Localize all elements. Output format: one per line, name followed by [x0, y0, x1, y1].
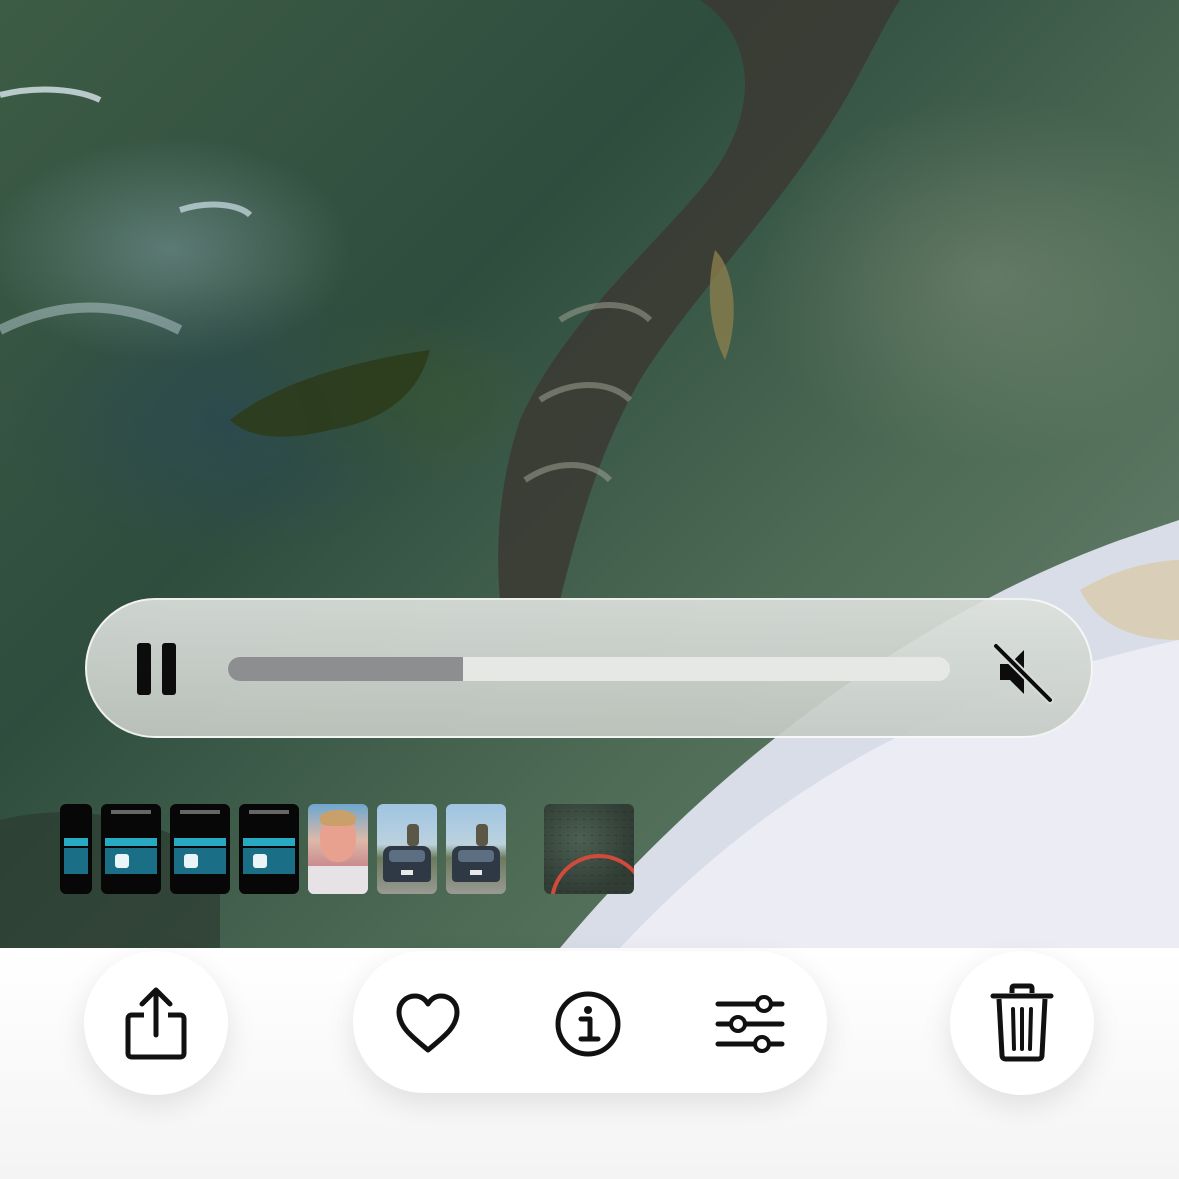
thumbnail[interactable] — [170, 804, 230, 894]
pause-icon-bar — [162, 643, 176, 695]
sliders-icon — [715, 995, 785, 1053]
thumbnail[interactable] — [239, 804, 299, 894]
speaker-muted-icon — [992, 642, 1054, 704]
info-icon — [555, 991, 621, 1057]
thumbnail[interactable] — [101, 804, 161, 894]
heart-icon — [396, 993, 460, 1053]
pause-icon — [137, 643, 151, 695]
pause-button[interactable] — [134, 641, 180, 697]
share-button[interactable] — [84, 951, 228, 1095]
info-button[interactable] — [554, 990, 622, 1058]
mute-button[interactable] — [990, 640, 1054, 704]
share-icon — [125, 987, 187, 1060]
playback-scrubber[interactable] — [228, 657, 950, 681]
favorite-button[interactable] — [394, 990, 462, 1058]
thumbnail[interactable] — [308, 804, 368, 894]
thumbnail-current[interactable] — [544, 804, 634, 894]
thumbnail[interactable] — [60, 804, 92, 894]
adjust-button[interactable] — [714, 992, 786, 1056]
trash-icon — [990, 983, 1054, 1062]
playback-progress-fill — [228, 657, 463, 681]
thumbnail[interactable] — [377, 804, 437, 894]
thumbnail[interactable] — [446, 804, 506, 894]
delete-button[interactable] — [950, 951, 1094, 1095]
